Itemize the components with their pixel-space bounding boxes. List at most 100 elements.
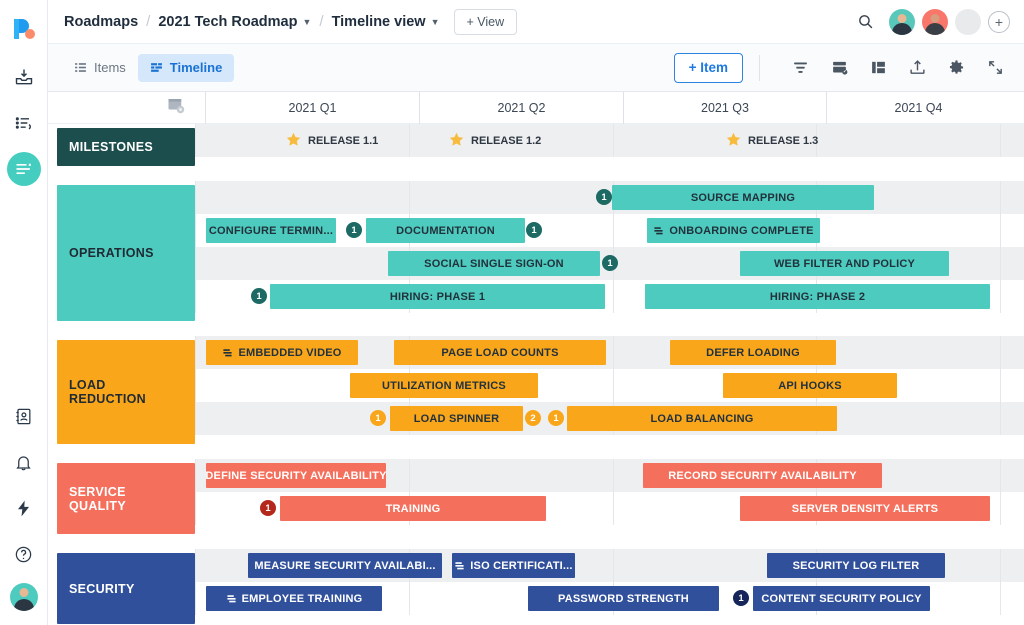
band-label[interactable]: SECURITY bbox=[57, 553, 195, 624]
left-nav-rail bbox=[0, 0, 48, 625]
tab-items[interactable]: Items bbox=[62, 54, 138, 82]
timeline-bar-label: WEB FILTER AND POLICY bbox=[773, 257, 916, 270]
dependency-badge[interactable]: 1 bbox=[596, 189, 612, 205]
timeline-bar[interactable]: DOCUMENTATION bbox=[366, 218, 525, 243]
sidebar-item-contacts[interactable] bbox=[7, 399, 41, 433]
dependency-badge[interactable]: 1 bbox=[602, 255, 618, 271]
timeline-bar[interactable]: CONTENT SECURITY POLICY bbox=[753, 586, 930, 611]
grid-line bbox=[195, 336, 196, 369]
view-toolbar: Items Timeline + Item bbox=[48, 44, 1024, 92]
timeline-bar[interactable]: RECORD SECURITY AVAILABILITY bbox=[643, 463, 882, 488]
avatar-body bbox=[13, 599, 34, 611]
timeline-bar[interactable]: SECURITY LOG FILTER bbox=[767, 553, 945, 578]
grid-line bbox=[195, 369, 196, 402]
breadcrumb-roadmaps[interactable]: Roadmaps bbox=[64, 14, 138, 30]
avatar[interactable] bbox=[889, 8, 915, 35]
tab-timeline[interactable]: Timeline bbox=[137, 53, 235, 82]
dependency-badge[interactable]: 1 bbox=[548, 410, 564, 426]
sidebar-item-integrations[interactable] bbox=[7, 491, 41, 525]
timeline-bar[interactable]: API HOOKS bbox=[723, 373, 897, 398]
timeline-bar[interactable]: CONFIGURE TERMIN... bbox=[206, 218, 336, 243]
band-label[interactable]: MILESTONES bbox=[57, 128, 195, 166]
milestone-item[interactable]: RELEASE 1.2 bbox=[448, 128, 541, 153]
add-item-button[interactable]: + Item bbox=[673, 52, 743, 83]
timeline-bar-label: SECURITY LOG FILTER bbox=[792, 559, 920, 572]
breadcrumb-separator: / bbox=[146, 13, 151, 30]
timeline-bar[interactable]: HIRING: PHASE 2 bbox=[645, 284, 990, 309]
timeline-row: SOURCE MAPPING 1 bbox=[195, 181, 1024, 214]
timeline-bar[interactable]: PASSWORD STRENGTH bbox=[528, 586, 719, 611]
quarter-header-1: 2021 Q1 bbox=[205, 92, 419, 124]
dependency-badge[interactable]: 1 bbox=[260, 500, 276, 516]
search-icon[interactable] bbox=[854, 11, 876, 33]
export-icon[interactable] bbox=[902, 53, 932, 83]
band-gap bbox=[48, 448, 1024, 459]
dependency-badge[interactable]: 2 bbox=[525, 410, 541, 426]
sidebar-item-notifications[interactable] bbox=[7, 445, 41, 479]
band-label[interactable]: SERVICE QUALITY bbox=[57, 463, 195, 534]
timeline-bar[interactable]: SOURCE MAPPING bbox=[612, 185, 874, 210]
timeline-bar[interactable]: MEASURE SECURITY AVAILABI... bbox=[248, 553, 442, 578]
band-label[interactable]: OPERATIONS bbox=[57, 185, 195, 321]
timeline-bar[interactable]: ONBOARDING COMPLETE bbox=[647, 218, 820, 243]
timeline-bar[interactable]: WEB FILTER AND POLICY bbox=[740, 251, 949, 276]
timeline-bar[interactable]: UTILIZATION METRICS bbox=[350, 373, 538, 398]
milestone-item[interactable]: RELEASE 1.1 bbox=[285, 128, 378, 153]
timeline-bar-label: CONFIGURE TERMIN... bbox=[208, 224, 334, 237]
grid-line bbox=[1000, 549, 1001, 582]
gear-icon[interactable] bbox=[941, 53, 971, 83]
milestone-item[interactable]: RELEASE 1.3 bbox=[725, 128, 818, 153]
avatar-placeholder[interactable] bbox=[955, 8, 981, 35]
chevron-down-icon-view[interactable]: ▼ bbox=[431, 17, 440, 27]
filter-icon[interactable] bbox=[785, 53, 815, 83]
dependency-badge[interactable]: 1 bbox=[251, 288, 267, 304]
breadcrumb-roadmap-name[interactable]: 2021 Tech Roadmap bbox=[158, 14, 297, 30]
timeline-bar[interactable]: SOCIAL SINGLE SIGN-ON bbox=[388, 251, 600, 276]
timeline-row: MEASURE SECURITY AVAILABI... ISO CERTIFIC… bbox=[195, 549, 1024, 582]
timeline-bar[interactable]: TRAINING bbox=[280, 496, 546, 521]
expand-icon[interactable] bbox=[980, 53, 1010, 83]
dependency-badge[interactable]: 1 bbox=[346, 222, 362, 238]
sidebar-item-inbox[interactable] bbox=[7, 60, 41, 94]
add-view-button[interactable]: + View bbox=[453, 8, 518, 35]
timeline-bar[interactable]: EMPLOYEE TRAINING bbox=[206, 586, 382, 611]
timeline-bar[interactable]: SERVER DENSITY ALERTS bbox=[740, 496, 990, 521]
star-icon bbox=[448, 131, 465, 151]
timeline-bar[interactable]: LOAD SPINNER bbox=[390, 406, 523, 431]
sidebar-item-roadmaps[interactable] bbox=[6, 152, 41, 186]
grid-line bbox=[1000, 214, 1001, 247]
timeline-bar[interactable]: ISO CERTIFICATI... bbox=[452, 553, 575, 578]
grid-line bbox=[613, 280, 614, 313]
chevron-down-icon-roadmap[interactable]: ▼ bbox=[302, 17, 311, 27]
add-member-button[interactable]: + bbox=[988, 10, 1010, 33]
timeline-bar-label: MEASURE SECURITY AVAILABI... bbox=[254, 559, 436, 572]
timeline-bar[interactable]: PAGE LOAD COUNTS bbox=[394, 340, 606, 365]
grid-line bbox=[1000, 459, 1001, 492]
sidebar-item-items[interactable] bbox=[7, 106, 41, 140]
timeline-bar[interactable]: EMBEDDED VIDEO bbox=[206, 340, 358, 365]
breadcrumb-view-name[interactable]: Timeline view bbox=[332, 14, 426, 30]
grid-line bbox=[1000, 402, 1001, 435]
dependency-badge[interactable]: 1 bbox=[733, 590, 749, 606]
band-label-cell: MILESTONES bbox=[48, 124, 195, 170]
dependency-badge[interactable]: 1 bbox=[370, 410, 386, 426]
band-label-cell: LOAD REDUCTION bbox=[48, 336, 195, 448]
timeline-row: RELEASE 1.1 RELEASE 1.2 RELEASE 1.3 bbox=[195, 124, 1024, 157]
timeline-bar[interactable]: HIRING: PHASE 1 bbox=[270, 284, 605, 309]
dependency-badge[interactable]: 1 bbox=[526, 222, 542, 238]
app-logo[interactable] bbox=[11, 16, 37, 42]
timeline-bar[interactable]: LOAD BALANCING bbox=[567, 406, 837, 431]
sidebar-item-help[interactable] bbox=[7, 537, 41, 571]
timeline-bar[interactable]: DEFER LOADING bbox=[670, 340, 836, 365]
avatar-body bbox=[925, 22, 945, 35]
grid-line bbox=[1000, 336, 1001, 369]
avatar[interactable] bbox=[922, 8, 948, 35]
band-label[interactable]: LOAD REDUCTION bbox=[57, 340, 195, 444]
task-icon bbox=[653, 225, 664, 236]
calendar-settings-icon[interactable] bbox=[167, 96, 185, 119]
timeline-bar-label: LOAD SPINNER bbox=[413, 412, 500, 425]
timeline-bar[interactable]: DEFINE SECURITY AVAILABILITY bbox=[206, 463, 386, 488]
columns-icon[interactable] bbox=[863, 53, 893, 83]
current-user-avatar[interactable] bbox=[9, 583, 38, 611]
card-layout-icon[interactable] bbox=[824, 53, 854, 83]
